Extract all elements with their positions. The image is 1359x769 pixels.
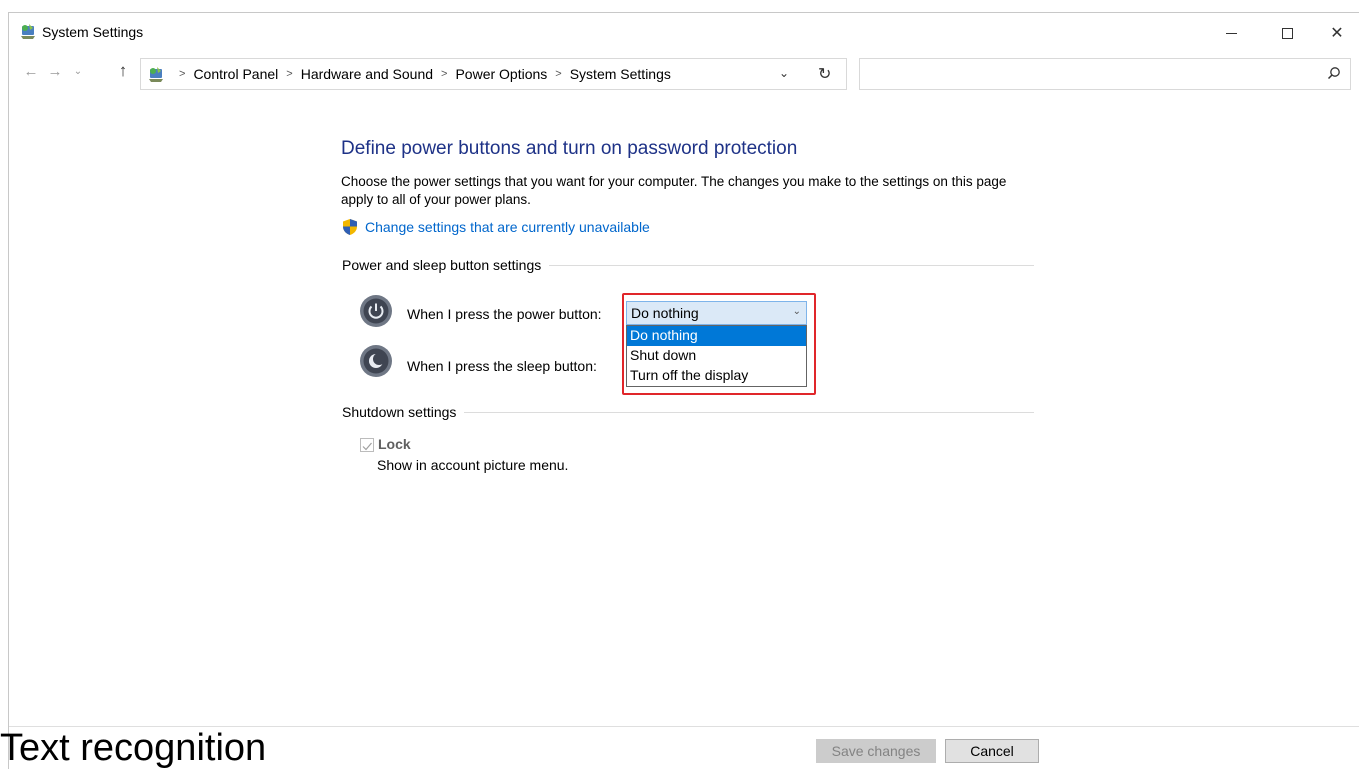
checkmark-icon	[362, 442, 372, 451]
forward-button[interactable]: →	[46, 63, 64, 80]
recent-locations-button[interactable]: ⌄	[69, 66, 87, 77]
page-title: Define power buttons and turn on passwor…	[341, 138, 798, 159]
lock-label: Lock	[378, 436, 411, 452]
up-button[interactable]: ↑	[114, 61, 132, 81]
breadcrumb: > Control Panel > Hardware and Sound > P…	[171, 66, 671, 82]
search-input[interactable]	[859, 58, 1351, 90]
maximize-icon	[1281, 27, 1293, 39]
chevron-right-icon: >	[179, 68, 186, 80]
lock-description: Show in account picture menu.	[377, 457, 569, 473]
navigation-bar: ← → ⌄ ↑ > Control Panel > Hardware and S…	[9, 57, 1359, 93]
save-changes-button[interactable]: Save changes	[816, 739, 936, 763]
address-bar[interactable]: > Control Panel > Hardware and Sound > P…	[140, 58, 847, 90]
close-button[interactable]: ✕	[1314, 13, 1359, 53]
lock-checkbox[interactable]	[360, 438, 374, 452]
cancel-button[interactable]: Cancel	[945, 739, 1039, 763]
breadcrumb-hardware-and-sound[interactable]: Hardware and Sound	[301, 66, 433, 82]
breadcrumb-power-options[interactable]: Power Options	[455, 66, 547, 82]
chevron-right-icon[interactable]: >	[441, 68, 447, 80]
breadcrumb-system-settings[interactable]: System Settings	[570, 66, 671, 82]
refresh-icon[interactable]: ↻	[818, 64, 831, 84]
sleep-button-icon	[360, 345, 392, 377]
chevron-down-icon[interactable]: ⌄	[779, 66, 789, 80]
close-icon: ✕	[1330, 25, 1344, 42]
back-button[interactable]: ←	[22, 63, 40, 80]
uac-shield-icon	[343, 219, 357, 235]
overlay-caption: Text recognition	[0, 727, 267, 769]
power-button-icon	[360, 295, 392, 327]
control-panel-icon	[21, 24, 35, 39]
page-description: Choose the power settings that you want …	[341, 174, 1007, 207]
system-settings-window: System Settings ✕ ← → ⌄ ↑ > Control Pane…	[8, 12, 1359, 769]
sleep-button-label: When I press the sleep button:	[407, 358, 597, 374]
maximize-button[interactable]	[1264, 13, 1310, 53]
search-icon[interactable]	[1327, 66, 1341, 80]
section-heading-power-sleep: Power and sleep button settings	[342, 257, 550, 273]
minimize-icon	[1225, 32, 1237, 34]
window-title: System Settings	[42, 24, 144, 40]
section-heading-shutdown: Shutdown settings	[342, 404, 465, 420]
highlight-box	[622, 293, 816, 395]
minimize-button[interactable]	[1208, 13, 1254, 53]
chevron-right-icon[interactable]: >	[286, 68, 292, 80]
chevron-right-icon[interactable]: >	[555, 68, 561, 80]
breadcrumb-control-panel[interactable]: Control Panel	[193, 66, 278, 82]
main-content: Define power buttons and turn on passwor…	[9, 93, 1359, 726]
title-bar: System Settings ✕	[9, 13, 1359, 53]
power-button-label: When I press the power button:	[407, 306, 602, 322]
change-settings-link[interactable]: Change settings that are currently unava…	[365, 219, 650, 235]
control-panel-icon	[149, 67, 163, 82]
